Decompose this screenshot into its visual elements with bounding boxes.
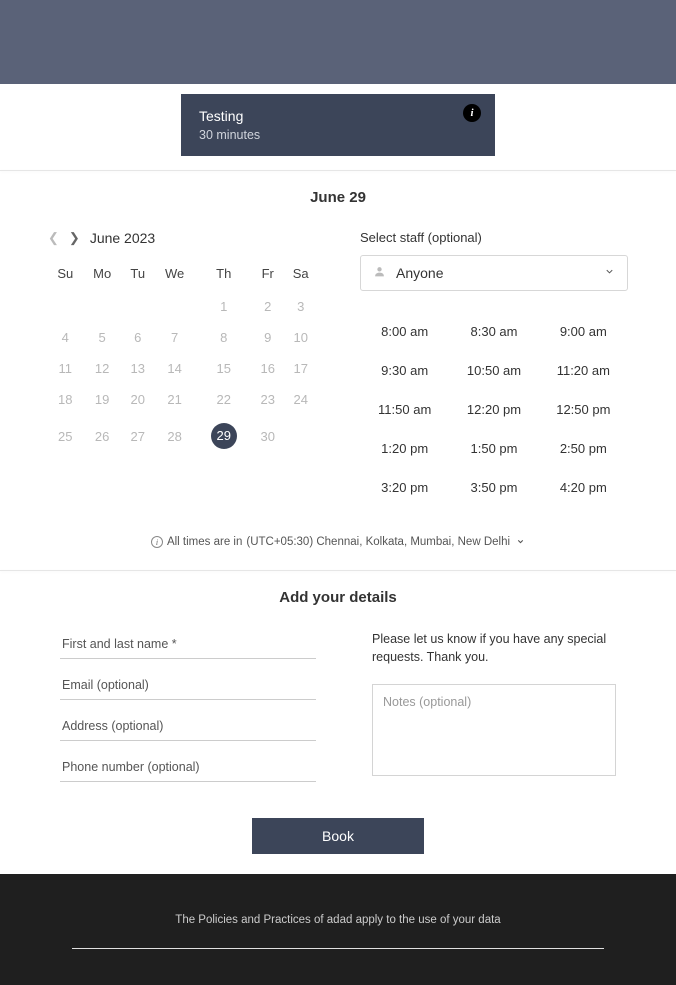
requests-note: Please let us know if you have any speci… bbox=[372, 630, 616, 666]
calendar-dow: Mo bbox=[83, 260, 122, 291]
calendar-day: 9 bbox=[252, 322, 283, 353]
calendar-day: 2 bbox=[252, 291, 283, 322]
calendar-day: 4 bbox=[48, 322, 83, 353]
calendar-day: 21 bbox=[154, 384, 196, 415]
calendar-day bbox=[83, 291, 122, 322]
person-icon bbox=[373, 265, 386, 281]
calendar-day: 15 bbox=[196, 353, 252, 384]
time-slot[interactable]: 3:20 pm bbox=[360, 473, 449, 502]
chevron-down-icon bbox=[516, 537, 525, 548]
address-input[interactable] bbox=[60, 712, 316, 741]
calendar-day: 25 bbox=[48, 415, 83, 457]
calendar-day: 17 bbox=[283, 353, 318, 384]
divider bbox=[0, 170, 676, 171]
calendar-dow: Fr bbox=[252, 260, 283, 291]
calendar-dow: Su bbox=[48, 260, 83, 291]
email-input[interactable] bbox=[60, 671, 316, 700]
time-slots: 8:00 am8:30 am9:00 am 9:30 am10:50 am11:2… bbox=[360, 317, 628, 502]
calendar-day: 18 bbox=[48, 384, 83, 415]
divider bbox=[0, 570, 676, 571]
time-slot[interactable]: 3:50 pm bbox=[449, 473, 538, 502]
calendar-day: 1 bbox=[196, 291, 252, 322]
service-duration: 30 minutes bbox=[199, 128, 477, 142]
calendar-day bbox=[283, 415, 318, 457]
staff-selected: Anyone bbox=[396, 265, 594, 281]
chevron-down-icon bbox=[604, 266, 615, 280]
calendar-day bbox=[48, 291, 83, 322]
phone-input[interactable] bbox=[60, 753, 316, 782]
selected-date-heading: June 29 bbox=[0, 189, 676, 206]
calendar-day[interactable]: 30 bbox=[252, 415, 283, 457]
time-slot[interactable]: 9:30 am bbox=[360, 356, 449, 385]
calendar-day: 14 bbox=[154, 353, 196, 384]
calendar-month-label: June 2023 bbox=[90, 230, 155, 246]
time-slot[interactable]: 2:50 pm bbox=[539, 434, 628, 463]
time-slot[interactable]: 11:50 am bbox=[360, 395, 449, 424]
time-slot[interactable]: 12:20 pm bbox=[449, 395, 538, 424]
chevron-left-icon: ❮ bbox=[48, 230, 59, 246]
time-slot[interactable]: 10:50 am bbox=[449, 356, 538, 385]
calendar-day bbox=[122, 291, 154, 322]
calendar-day bbox=[154, 291, 196, 322]
time-slot[interactable]: 12:50 pm bbox=[539, 395, 628, 424]
calendar-day: 8 bbox=[196, 322, 252, 353]
calendar-day: 26 bbox=[83, 415, 122, 457]
footer-divider bbox=[72, 948, 604, 949]
calendar-dow: Sa bbox=[283, 260, 318, 291]
calendar-day: 16 bbox=[252, 353, 283, 384]
info-circle-icon: i bbox=[151, 536, 163, 548]
time-slot[interactable]: 1:20 pm bbox=[360, 434, 449, 463]
footer: The Policies and Practices of adad apply… bbox=[0, 874, 676, 985]
time-slot[interactable]: 1:50 pm bbox=[449, 434, 538, 463]
time-slot[interactable]: 8:30 am bbox=[449, 317, 538, 346]
time-slot[interactable]: 9:00 am bbox=[539, 317, 628, 346]
calendar-day[interactable]: 29 bbox=[196, 415, 252, 457]
service-card[interactable]: Testing 30 minutes i bbox=[181, 94, 495, 156]
calendar-day: 19 bbox=[83, 384, 122, 415]
calendar-grid: SuMoTuWeThFrSa 1234567891011121314151617… bbox=[48, 260, 318, 457]
calendar-day: 27 bbox=[122, 415, 154, 457]
calendar-day: 13 bbox=[122, 353, 154, 384]
calendar-dow: Tu bbox=[122, 260, 154, 291]
timezone-value: (UTC+05:30) Chennai, Kolkata, Mumbai, Ne… bbox=[246, 536, 510, 548]
staff-dropdown[interactable]: Anyone bbox=[360, 255, 628, 291]
calendar-day: 3 bbox=[283, 291, 318, 322]
top-banner bbox=[0, 0, 676, 84]
service-title: Testing bbox=[199, 108, 477, 124]
calendar-day: 28 bbox=[154, 415, 196, 457]
time-slot[interactable]: 11:20 am bbox=[539, 356, 628, 385]
time-slot[interactable]: 4:20 pm bbox=[539, 473, 628, 502]
calendar-dow: We bbox=[154, 260, 196, 291]
calendar-day: 10 bbox=[283, 322, 318, 353]
book-button[interactable]: Book bbox=[252, 818, 424, 854]
calendar-day: 24 bbox=[283, 384, 318, 415]
calendar-nav: ❮ ❯ June 2023 bbox=[48, 230, 318, 246]
chevron-right-icon[interactable]: ❯ bbox=[69, 230, 80, 246]
calendar-day: 23 bbox=[252, 384, 283, 415]
calendar-day: 11 bbox=[48, 353, 83, 384]
calendar-dow: Th bbox=[196, 260, 252, 291]
calendar-day: 12 bbox=[83, 353, 122, 384]
calendar-day: 6 bbox=[122, 322, 154, 353]
info-icon[interactable]: i bbox=[463, 104, 481, 122]
calendar-day: 22 bbox=[196, 384, 252, 415]
calendar-day: 5 bbox=[83, 322, 122, 353]
timezone-prefix: All times are in bbox=[167, 536, 242, 548]
name-input[interactable] bbox=[60, 630, 316, 659]
details-header: Add your details bbox=[0, 589, 676, 606]
timezone-row[interactable]: i All times are in (UTC+05:30) Chennai, … bbox=[0, 536, 676, 548]
time-slot[interactable]: 8:00 am bbox=[360, 317, 449, 346]
staff-label: Select staff (optional) bbox=[360, 230, 628, 245]
calendar-day: 20 bbox=[122, 384, 154, 415]
calendar-day: 7 bbox=[154, 322, 196, 353]
footer-text: The Policies and Practices of adad apply… bbox=[0, 914, 676, 926]
notes-textarea[interactable] bbox=[372, 684, 616, 776]
